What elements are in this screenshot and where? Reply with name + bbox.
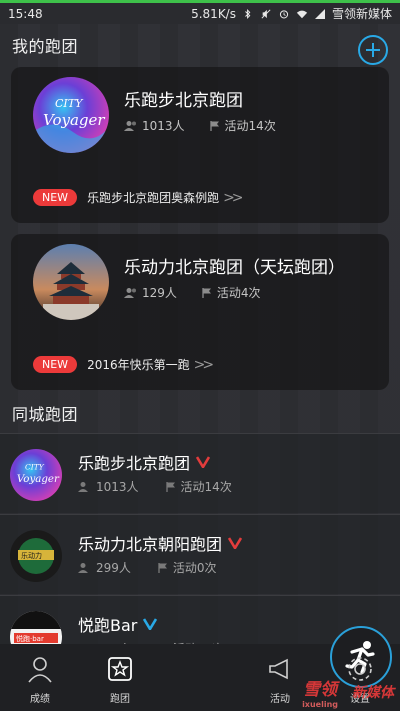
bluetooth-icon xyxy=(245,8,251,19)
tab-label: 成绩 xyxy=(30,694,50,705)
flag-icon xyxy=(158,562,167,573)
club-avatar: 乐动力 xyxy=(10,530,62,582)
svg-text:CITY: CITY xyxy=(25,463,45,472)
club-meta: 299人 活动0次 xyxy=(78,559,217,576)
members-icon xyxy=(78,562,88,573)
club-news-link[interactable]: NEW 乐跑步北京跑团奥森例跑 >> xyxy=(33,189,244,206)
club-activities: 活动4次 xyxy=(216,286,261,300)
svg-text:乐动力: 乐动力 xyxy=(21,551,42,560)
club-members: 299人 xyxy=(96,561,131,575)
network-speed: 5.81K/s xyxy=(191,6,236,21)
city-clubs-title: 同城跑团 xyxy=(12,405,79,424)
watermark-subtitle: ixueling xyxy=(302,700,338,709)
person-icon xyxy=(28,657,52,683)
news-title: 乐跑步北京跑团奥森例跑 xyxy=(87,191,220,205)
club-name-row: 乐跑步北京跑团 xyxy=(78,450,211,474)
wifi-icon xyxy=(296,10,308,18)
club-activities: 活动14次 xyxy=(224,119,276,133)
tab-clubs[interactable]: 跑团 xyxy=(80,644,160,711)
svg-text:Voyager: Voyager xyxy=(17,473,60,485)
list-item[interactable]: CITY Voyager 乐跑步北京跑团 1013人 活动14次 xyxy=(0,433,400,513)
club-avatar: CITY Voyager xyxy=(10,449,62,501)
svg-text:CITY: CITY xyxy=(55,97,84,110)
tab-run[interactable] xyxy=(160,626,392,711)
verified-v-icon xyxy=(228,537,243,549)
my-clubs-title: 我的跑团 xyxy=(12,37,79,56)
status-time: 15:48 xyxy=(8,6,43,21)
new-badge: NEW xyxy=(33,356,78,373)
club-avatar xyxy=(33,244,109,320)
add-club-button[interactable] xyxy=(358,35,388,65)
tab-scores[interactable]: 成绩 xyxy=(0,644,80,711)
my-club-card[interactable]: CITY Voyager 乐跑步北京跑团 1013人 活动14次 NEW 乐跑步… xyxy=(11,67,389,223)
club-name: 乐动力北京朝阳跑团 xyxy=(78,535,223,554)
club-members: 1013人 xyxy=(142,119,185,133)
flag-icon xyxy=(209,120,219,131)
star-badge-icon xyxy=(108,657,132,681)
bottom-tab-bar: 成绩 跑团 活动 设置 雪领 ixueling 新媒体 xyxy=(0,626,400,711)
members-icon xyxy=(78,481,88,492)
club-name-row: 悦跑Bar xyxy=(78,612,158,636)
club-meta: 1013人 活动14次 xyxy=(78,478,232,495)
status-bar: 15:48 5.81K/s 雪领新媒体 xyxy=(0,3,400,24)
verified-v-icon xyxy=(196,456,211,468)
club-meta: 129人 活动4次 xyxy=(124,284,261,301)
list-item[interactable]: 乐动力 乐动力北京朝阳跑团 299人 活动0次 xyxy=(0,514,400,594)
club-name: 悦跑Bar xyxy=(78,616,138,635)
watermark-suffix: 新媒体 xyxy=(352,685,394,701)
tab-label: 跑团 xyxy=(110,694,130,705)
new-badge: NEW xyxy=(33,189,78,206)
double-chevron-right-icon: >> xyxy=(223,189,244,206)
club-activities: 活动14次 xyxy=(180,480,232,494)
club-activities: 活动0次 xyxy=(172,561,217,575)
plus-icon xyxy=(366,43,380,57)
svg-text:悦跑·bar: 悦跑·bar xyxy=(16,634,44,643)
club-members: 129人 xyxy=(142,286,177,300)
members-icon xyxy=(124,287,136,298)
club-name-row: 乐动力北京朝阳跑团 xyxy=(78,531,243,555)
mute-icon xyxy=(261,8,271,19)
alarm-icon xyxy=(279,9,289,19)
club-name: 乐跑步北京跑团 xyxy=(124,91,243,111)
members-icon xyxy=(124,120,136,131)
club-name: 乐动力北京跑团（天坛跑团） xyxy=(124,258,345,278)
verified-v-icon xyxy=(143,618,158,630)
club-name: 乐跑步北京跑团 xyxy=(78,454,191,473)
carrier-label: 雪领新媒体 xyxy=(331,7,392,21)
club-news-link[interactable]: NEW 2016年快乐第一跑 >> xyxy=(33,356,215,373)
watermark-logo: 雪领 ixueling 新媒体 xyxy=(250,673,400,711)
news-title: 2016年快乐第一跑 xyxy=(87,358,190,372)
svg-text:Voyager: Voyager xyxy=(43,111,105,129)
flag-icon xyxy=(202,287,211,298)
my-club-card[interactable]: 乐动力北京跑团（天坛跑团） 129人 活动4次 NEW 2016年快乐第一跑 >… xyxy=(11,234,389,390)
watermark-title: 雪领 xyxy=(303,680,338,700)
club-avatar: CITY Voyager xyxy=(33,77,109,153)
flag-icon xyxy=(165,481,175,492)
club-meta: 1013人 活动14次 xyxy=(124,117,276,134)
signal-icon xyxy=(314,8,325,19)
club-members: 1013人 xyxy=(96,480,139,494)
double-chevron-right-icon: >> xyxy=(193,356,215,373)
